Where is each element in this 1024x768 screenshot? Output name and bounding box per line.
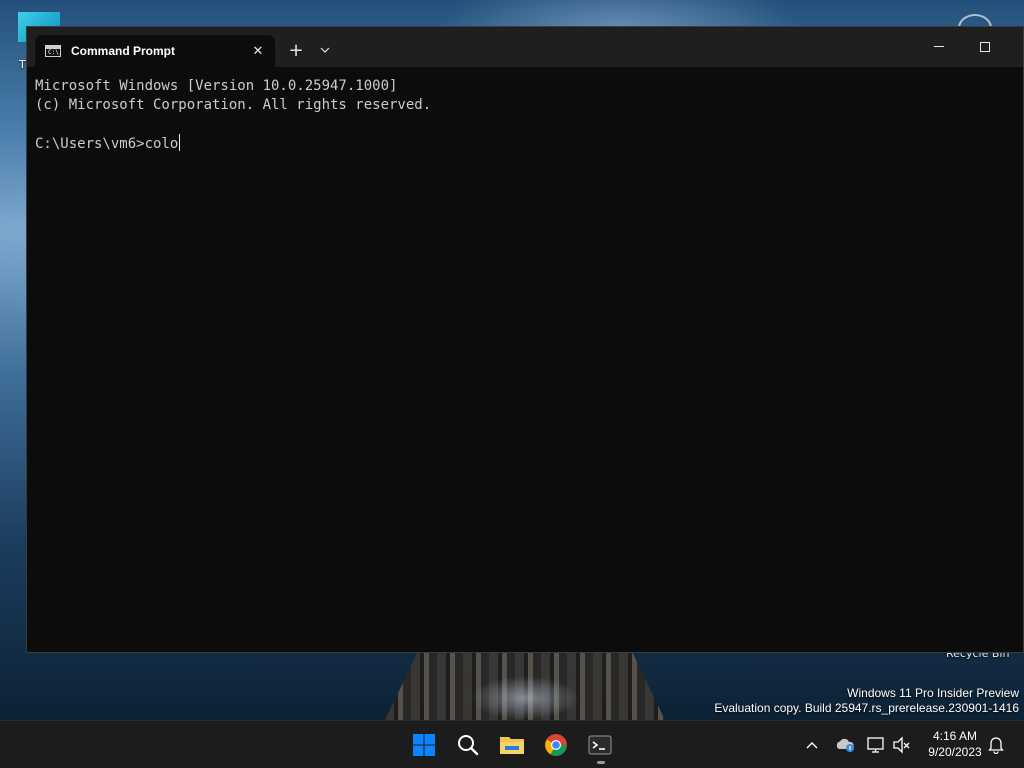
minimize-button[interactable] bbox=[921, 33, 957, 61]
terminal-active-indicator bbox=[597, 761, 605, 764]
desktop-icon-label: T bbox=[19, 58, 26, 71]
title-bar[interactable]: C:\. Command Prompt ✕ + bbox=[27, 27, 1023, 67]
clock[interactable]: 4:16 AM 9/20/2023 bbox=[920, 728, 990, 760]
notifications-button[interactable] bbox=[984, 733, 1008, 757]
terminal-window: C:\. Command Prompt ✕ + Microsoft Window… bbox=[26, 26, 1024, 653]
clock-date: 9/20/2023 bbox=[928, 745, 982, 759]
chevron-down-icon bbox=[320, 47, 330, 53]
new-tab-button[interactable]: + bbox=[285, 39, 307, 61]
onedrive-icon bbox=[836, 738, 854, 752]
terminal-button[interactable] bbox=[582, 727, 618, 763]
volume-muted-icon bbox=[893, 736, 910, 754]
terminal-icon bbox=[588, 735, 612, 755]
close-icon: ✕ bbox=[252, 43, 264, 59]
chrome-icon bbox=[545, 734, 567, 756]
bell-icon bbox=[988, 737, 1004, 754]
console-output[interactable]: Microsoft Windows [Version 10.0.25947.10… bbox=[35, 77, 1013, 642]
maximize-button[interactable] bbox=[967, 33, 1003, 61]
network-button[interactable] bbox=[864, 733, 888, 757]
network-icon bbox=[867, 737, 884, 753]
cmd-icon: C:\. bbox=[45, 45, 63, 57]
start-button[interactable] bbox=[406, 727, 442, 763]
tab-dropdown-button[interactable] bbox=[314, 39, 336, 61]
clock-time: 4:16 AM bbox=[932, 729, 978, 743]
search-icon bbox=[458, 735, 479, 756]
console-line: (c) Microsoft Corporation. All rights re… bbox=[35, 97, 432, 113]
text-cursor bbox=[179, 134, 181, 151]
cmd-icon-text: C:\. bbox=[48, 49, 63, 56]
onedrive-button[interactable] bbox=[833, 733, 857, 757]
chevron-up-icon bbox=[806, 742, 818, 749]
console-prompt-line: C:\Users\vm6>colo bbox=[35, 134, 181, 152]
file-explorer-button[interactable] bbox=[494, 727, 530, 763]
chrome-button[interactable] bbox=[538, 727, 574, 763]
console-line: Microsoft Windows [Version 10.0.25947.10… bbox=[35, 78, 398, 94]
close-tab-button[interactable]: ✕ bbox=[245, 38, 271, 64]
watermark-build: Evaluation copy. Build 25947.rs_prerelea… bbox=[714, 701, 1019, 715]
search-button[interactable] bbox=[450, 727, 486, 763]
show-hidden-icons-button[interactable] bbox=[800, 733, 824, 757]
start-icon bbox=[413, 734, 435, 756]
file-explorer-icon bbox=[500, 737, 524, 754]
taskbar: 4:16 AM 9/20/2023 bbox=[0, 720, 1024, 768]
windows-watermark: Windows 11 Pro Insider Preview Evaluatio… bbox=[714, 686, 1019, 716]
minimize-icon bbox=[934, 46, 944, 47]
wallpaper-highlight bbox=[470, 676, 580, 720]
tab-title: Command Prompt bbox=[71, 44, 176, 58]
tab-command-prompt[interactable]: C:\. Command Prompt ✕ bbox=[35, 35, 275, 67]
watermark-edition: Windows 11 Pro Insider Preview bbox=[847, 686, 1019, 700]
maximize-icon bbox=[980, 42, 990, 52]
volume-button[interactable] bbox=[890, 733, 914, 757]
plus-icon: + bbox=[288, 39, 304, 61]
